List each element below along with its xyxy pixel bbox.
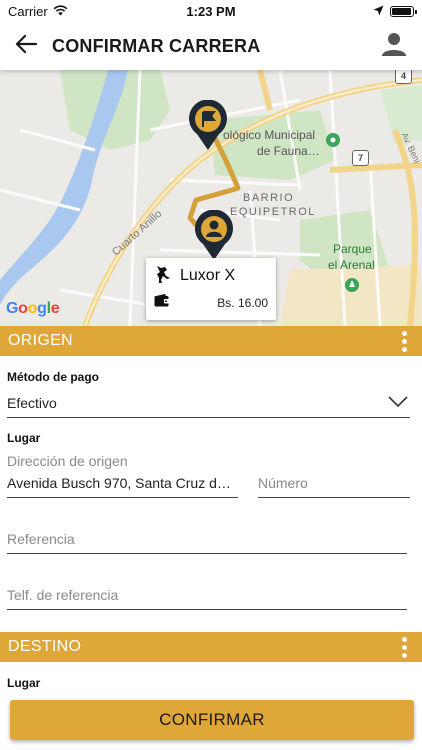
- poi-pin-icon: [326, 133, 340, 147]
- chevron-down-icon: [388, 395, 408, 411]
- payment-method-label: Método de pago: [7, 370, 99, 384]
- page-title: CONFIRMAR CARRERA: [52, 35, 261, 56]
- reference-phone-placeholder: Telf. de referencia: [7, 587, 119, 603]
- route-badge-4: 4: [395, 70, 412, 84]
- carrier-label: Carrier: [8, 3, 48, 19]
- map-label-barrio-2: EQUIPETROL: [230, 206, 316, 218]
- person-icon: [381, 31, 407, 62]
- arrow-left-icon: [15, 34, 38, 59]
- origin-number-placeholder: Número: [258, 475, 308, 491]
- origin-number-input[interactable]: Número: [258, 470, 410, 498]
- origin-address-label: Dirección de origen: [7, 453, 128, 469]
- destination-section-header: DESTINO: [0, 632, 422, 662]
- destination-more-menu-button[interactable]: [394, 634, 414, 660]
- map-label-barrio: BARRIO: [243, 192, 295, 204]
- map-label-park: Parque: [333, 242, 372, 256]
- app-header: CONFIRMAR CARRERA: [0, 22, 422, 70]
- profile-button[interactable]: [366, 22, 422, 70]
- reference-placeholder: Referencia: [7, 531, 75, 547]
- destination-section-title: DESTINO: [8, 638, 82, 655]
- route-badge-7: 7: [352, 150, 369, 166]
- payment-method-value: Efectivo: [7, 395, 57, 411]
- origin-address-value: Avenida Busch 970, Santa Cruz de l...: [7, 475, 238, 491]
- status-bar: Carrier 1:23 PM: [0, 0, 422, 22]
- jaguar-logo-icon: [154, 264, 172, 289]
- ride-name: Luxor X: [180, 267, 236, 284]
- wallet-icon: [154, 294, 170, 312]
- back-button[interactable]: [0, 22, 52, 70]
- confirm-bar: CONFIRMAR: [0, 690, 422, 750]
- ride-info-card[interactable]: Luxor X Bs. 16.00: [146, 258, 276, 320]
- location-arrow-icon: [373, 4, 384, 19]
- origin-place-label: Lugar: [7, 431, 41, 445]
- payment-method-select[interactable]: Efectivo: [7, 386, 410, 418]
- reference-phone-input[interactable]: Telf. de referencia: [7, 582, 407, 610]
- destination-place-label: Lugar: [7, 676, 41, 690]
- confirm-button[interactable]: CONFIRMAR: [10, 700, 414, 740]
- map-label-zoo-2: de Fauna…: [257, 144, 320, 158]
- origin-more-menu-button[interactable]: [394, 328, 414, 354]
- origin-section-title: ORIGEN: [8, 332, 73, 349]
- map-label-park-2: el Arenal: [328, 258, 375, 272]
- battery-icon: [390, 5, 417, 17]
- origin-address-input[interactable]: Avenida Busch 970, Santa Cruz de l...: [7, 470, 238, 498]
- origin-section-header: ORIGEN: [0, 326, 422, 356]
- wifi-icon: [53, 4, 68, 19]
- ride-price: Bs. 16.00: [217, 296, 268, 310]
- google-logo: Google: [6, 300, 60, 317]
- reference-input[interactable]: Referencia: [7, 526, 407, 554]
- route-map[interactable]: ológico Municipal de Fauna… BARRIO EQUIP…: [0, 70, 422, 326]
- map-label-zoo: ológico Municipal: [223, 128, 316, 142]
